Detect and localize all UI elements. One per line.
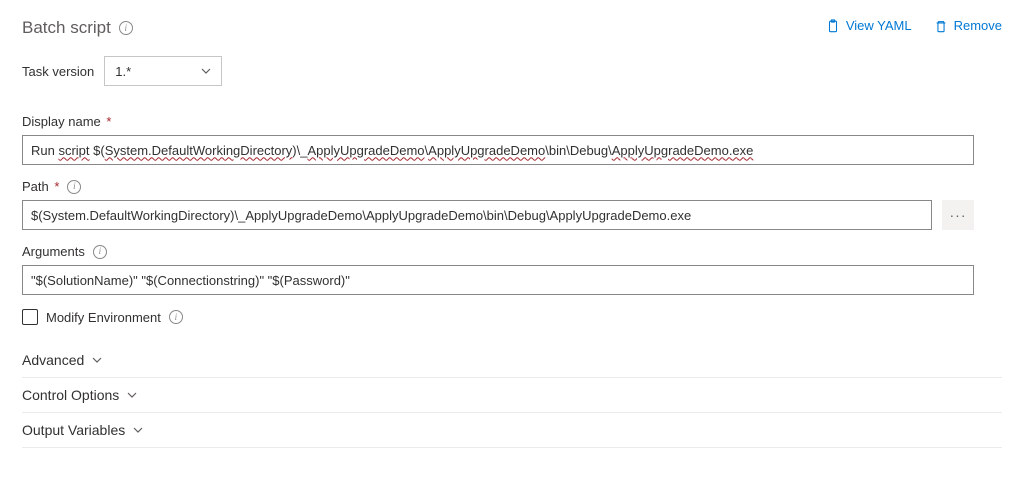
arguments-input[interactable] xyxy=(22,265,974,295)
display-name-label: Display name * xyxy=(22,114,1002,129)
chevron-down-icon xyxy=(127,390,137,400)
info-icon[interactable]: i xyxy=(93,245,107,259)
path-label: Path * i xyxy=(22,179,1002,194)
info-icon[interactable]: i xyxy=(67,180,81,194)
section-advanced-label: Advanced xyxy=(22,352,84,368)
path-input[interactable] xyxy=(22,200,932,230)
remove-button[interactable]: Remove xyxy=(934,18,1002,33)
trash-icon xyxy=(934,19,948,33)
modify-environment-label: Modify Environment xyxy=(46,310,161,325)
browse-button[interactable]: ··· xyxy=(942,200,974,230)
chevron-down-icon xyxy=(133,425,143,435)
clipboard-icon xyxy=(826,19,840,33)
chevron-down-icon xyxy=(92,355,102,365)
task-version-select[interactable]: 1.* xyxy=(104,56,222,86)
section-output-label: Output Variables xyxy=(22,422,125,438)
page-title: Batch script xyxy=(22,18,111,38)
task-version-label: Task version xyxy=(22,64,94,79)
arguments-label: Arguments i xyxy=(22,244,1002,259)
view-yaml-label: View YAML xyxy=(846,18,912,33)
chevron-down-icon xyxy=(201,66,211,76)
section-output-variables[interactable]: Output Variables xyxy=(22,413,1002,448)
view-yaml-button[interactable]: View YAML xyxy=(826,18,912,33)
ellipsis-icon: ··· xyxy=(950,207,967,223)
modify-environment-checkbox[interactable] xyxy=(22,309,38,325)
display-name-input[interactable]: Run script $(System.DefaultWorkingDirect… xyxy=(22,135,974,165)
info-icon[interactable]: i xyxy=(119,21,133,35)
section-advanced[interactable]: Advanced xyxy=(22,343,1002,378)
section-control-options[interactable]: Control Options xyxy=(22,378,1002,413)
task-version-value: 1.* xyxy=(115,64,131,79)
info-icon[interactable]: i xyxy=(169,310,183,324)
remove-label: Remove xyxy=(954,18,1002,33)
section-control-label: Control Options xyxy=(22,387,119,403)
